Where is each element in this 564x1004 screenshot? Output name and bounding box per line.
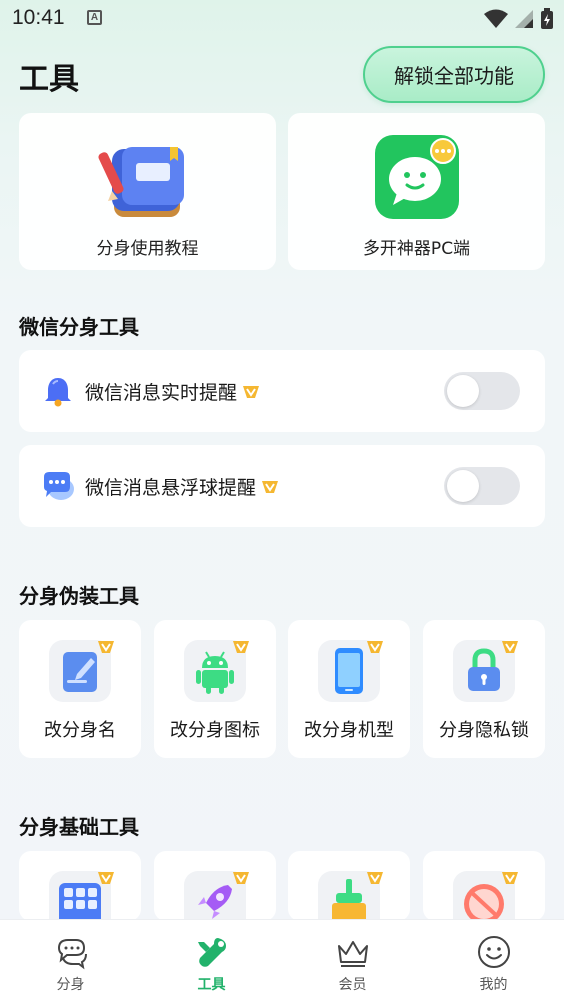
privacy-lock-label: 分身隐私锁 — [439, 720, 529, 741]
rename-clone-card[interactable]: 改分身名 — [19, 620, 141, 758]
status-icons — [484, 7, 554, 31]
vip-badge-icon — [502, 641, 518, 653]
vip-badge-icon — [243, 385, 260, 398]
nav-tab-profile-label: 我的 — [479, 977, 508, 993]
vip-badge-icon — [262, 480, 279, 493]
basic-tool-card-4[interactable] — [423, 851, 545, 933]
basic-tool-card-2[interactable] — [154, 851, 276, 933]
status-time: 10:41 — [12, 6, 65, 29]
basic-section-title: 分身基础工具 — [19, 815, 139, 839]
change-icon-card[interactable]: 改分身图标 — [154, 620, 276, 758]
chat-bubbles-icon — [57, 939, 87, 970]
tutorial-book-icon — [97, 147, 184, 217]
wechat-section-title: 微信分身工具 — [19, 315, 139, 339]
pc-client-card[interactable]: 多开神器PC端 — [288, 113, 545, 270]
wechat-floating-toggle[interactable] — [444, 467, 520, 505]
basic-tool-card-1[interactable] — [19, 851, 141, 933]
notification-a-icon: A — [87, 10, 102, 25]
disguise-section-title: 分身伪装工具 — [19, 584, 139, 608]
signal-icon — [515, 10, 533, 28]
rename-clone-label: 改分身名 — [44, 720, 116, 741]
nav-tab-membership-label: 会员 — [338, 977, 367, 993]
change-icon-label: 改分身图标 — [170, 720, 260, 741]
wechat-floating-label: 微信消息悬浮球提醒 — [85, 473, 280, 500]
wrench-icon — [198, 938, 226, 967]
toggle-knob — [447, 375, 479, 407]
wechat-realtime-row[interactable]: 微信消息实时提醒 — [19, 350, 545, 432]
nav-tab-tools[interactable]: 工具 — [141, 920, 282, 1004]
nav-tab-profile[interactable]: 我的 — [423, 920, 564, 1004]
bell-icon — [45, 378, 71, 407]
wechat-realtime-toggle[interactable] — [444, 372, 520, 410]
chat-bubble-icon — [44, 472, 74, 500]
change-model-card[interactable]: 改分身机型 — [288, 620, 410, 758]
smiley-icon — [478, 936, 510, 968]
bottom-nav: 分身 工具 会员 我的 — [0, 919, 564, 1004]
page-title: 工具 — [19, 62, 79, 97]
wifi-icon — [484, 9, 508, 28]
chat-app-icon — [374, 135, 459, 219]
nav-tab-clones-label: 分身 — [56, 977, 85, 993]
vip-badge-icon — [502, 872, 518, 884]
vip-badge-icon — [233, 641, 249, 653]
nav-tab-membership[interactable]: 会员 — [282, 920, 423, 1004]
wechat-realtime-label: 微信消息实时提醒 — [85, 378, 261, 405]
vip-badge-icon — [367, 641, 383, 653]
status-bar: 10:41 A — [0, 0, 564, 40]
toggle-knob — [447, 470, 479, 502]
crown-icon — [338, 941, 368, 967]
pc-client-card-label: 多开神器PC端 — [362, 239, 471, 259]
change-model-label: 改分身机型 — [304, 720, 394, 741]
wechat-realtime-text: 微信消息实时提醒 — [85, 382, 238, 404]
nav-tab-tools-label: 工具 — [197, 977, 226, 993]
vip-badge-icon — [98, 641, 114, 653]
wechat-floating-row[interactable]: 微信消息悬浮球提醒 — [19, 445, 545, 527]
vip-badge-icon — [233, 872, 249, 884]
basic-tool-card-3[interactable] — [288, 851, 410, 933]
nav-tab-clones[interactable]: 分身 — [0, 920, 141, 1004]
vip-badge-icon — [367, 872, 383, 884]
unlock-all-button[interactable]: 解锁全部功能 — [363, 46, 545, 103]
privacy-lock-card[interactable]: 分身隐私锁 — [423, 620, 545, 758]
tutorial-card[interactable]: 分身使用教程 — [19, 113, 276, 270]
vip-badge-icon — [98, 872, 114, 884]
wechat-floating-text: 微信消息悬浮球提醒 — [85, 477, 257, 499]
tutorial-card-label: 分身使用教程 — [96, 239, 199, 259]
battery-charging-icon — [541, 8, 553, 29]
